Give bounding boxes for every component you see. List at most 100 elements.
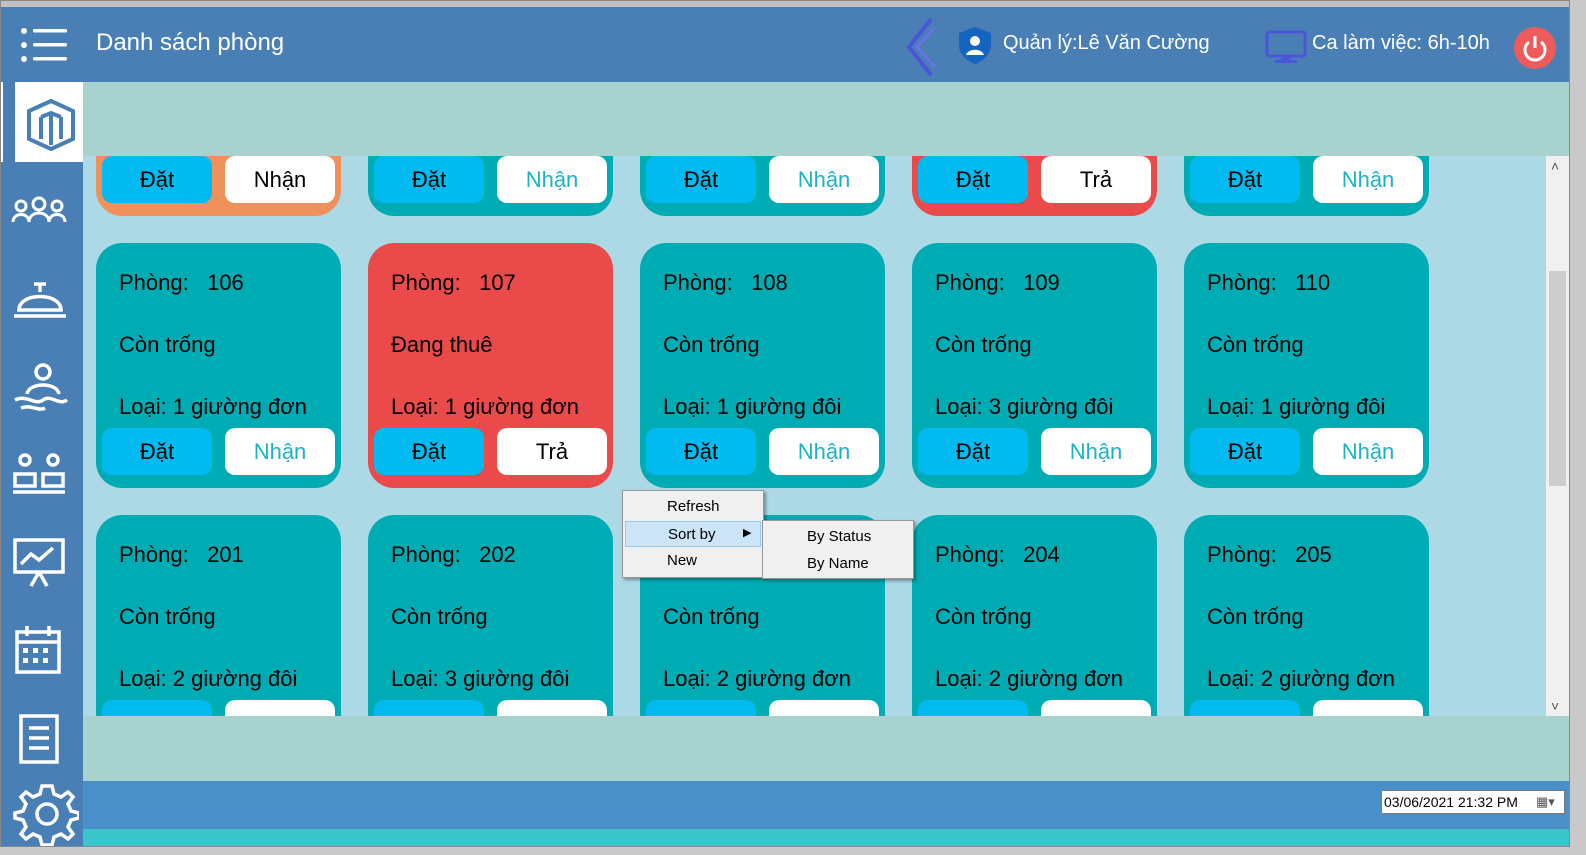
power-button[interactable]: [1514, 27, 1556, 69]
checkin-button[interactable]: Nhận: [1313, 156, 1423, 203]
checkin-button[interactable]: Nhận: [1313, 428, 1423, 475]
invoice-icon: [19, 714, 59, 764]
room-type: Loại: 2 giường đơn: [1207, 666, 1395, 691]
customers-icon: [11, 196, 67, 223]
power-icon: [1523, 36, 1547, 62]
checkin-button[interactable]: Nhận: [225, 156, 335, 203]
room-card[interactable]: Đặt Nhận: [96, 156, 341, 216]
checkin-button[interactable]: Nhận: [497, 156, 607, 203]
vertical-scrollbar[interactable]: ˄ ˅: [1546, 156, 1569, 716]
manager-name: Quản lý:Lê Văn Cường: [1003, 32, 1210, 54]
book-button[interactable]: [102, 700, 212, 716]
book-button[interactable]: Đặt: [1190, 156, 1300, 203]
book-button[interactable]: Đặt: [1190, 428, 1300, 475]
book-button[interactable]: Đặt: [102, 156, 212, 203]
scroll-up-arrow-icon[interactable]: ˄: [1551, 158, 1559, 174]
checkin-button[interactable]: [1313, 700, 1423, 716]
room-card[interactable]: Đặt Nhận: [640, 156, 885, 216]
menu-item-by-name[interactable]: By Name: [765, 551, 911, 575]
checkin-button[interactable]: Nhận: [769, 428, 879, 475]
menu-item-new[interactable]: New: [625, 548, 761, 572]
room-number: Phòng: 110: [1207, 270, 1330, 296]
room-status: Còn trống: [119, 332, 216, 357]
book-button[interactable]: [646, 700, 756, 716]
room-type: Loại: 3 giường đôi: [935, 394, 1114, 419]
checkin-button[interactable]: [225, 700, 335, 716]
menu-item-sort-by[interactable]: Sort by ▶: [625, 521, 761, 547]
datetime-picker[interactable]: 03/06/2021 21:32 PM ▦▾: [1381, 790, 1565, 814]
sort-submenu: By Status By Name: [762, 520, 914, 579]
collapse-chevron-icon[interactable]: [901, 15, 941, 79]
sidebar-item-staff[interactable]: [1, 434, 83, 514]
menu-item-refresh[interactable]: Refresh: [625, 494, 761, 518]
menu-item-label: Refresh: [667, 498, 720, 515]
settings-icon: [13, 784, 79, 846]
sidebar-item-services[interactable]: [1, 258, 83, 338]
room-number: Phòng: 204: [935, 542, 1060, 568]
room-number-value: 110: [1295, 270, 1331, 295]
toolbar-band: [83, 82, 1569, 156]
room-card[interactable]: Phòng: 106 Còn trống Loại: 1 giường đơn …: [96, 243, 341, 488]
book-button[interactable]: Đặt: [374, 428, 484, 475]
scrollbar-thumb[interactable]: [1549, 271, 1566, 486]
room-card[interactable]: Đặt Nhận: [368, 156, 613, 216]
sidebar-item-rooms[interactable]: [1, 82, 83, 170]
book-button[interactable]: [374, 700, 484, 716]
sidebar-item-settings[interactable]: [1, 776, 83, 846]
book-button[interactable]: Đặt: [646, 428, 756, 475]
book-button[interactable]: [1190, 700, 1300, 716]
room-number-value: 109: [1023, 270, 1060, 295]
room-number: Phòng: 202: [391, 542, 516, 568]
checkin-button[interactable]: Nhận: [769, 156, 879, 203]
sidebar-item-invoices[interactable]: [1, 698, 83, 778]
checkin-button[interactable]: [1041, 700, 1151, 716]
room-card[interactable]: Phòng: 201 Còn trống Loại: 2 giường đôi: [96, 515, 341, 716]
room-card[interactable]: Phòng: 204 Còn trống Loại: 2 giường đơn: [912, 515, 1157, 716]
room-card[interactable]: Phòng: 110 Còn trống Loại: 1 giường đôi …: [1184, 243, 1429, 488]
room-number: Phòng: 205: [1207, 542, 1332, 568]
calendar-dropdown-icon[interactable]: ▦▾: [1536, 794, 1555, 810]
room-label: Phòng:: [663, 270, 733, 295]
staff-icon: [13, 453, 65, 494]
room-label: Phòng:: [391, 542, 461, 567]
menu-item-by-status[interactable]: By Status: [765, 524, 911, 548]
room-number: Phòng: 109: [935, 270, 1060, 296]
room-status: Còn trống: [935, 332, 1032, 357]
sidebar-item-customers[interactable]: [1, 170, 83, 250]
book-button[interactable]: Đặt: [918, 428, 1028, 475]
sidebar-item-calendar[interactable]: [1, 610, 83, 690]
room-card[interactable]: Đặt Nhận: [1184, 156, 1429, 216]
menu-button[interactable]: [5, 7, 83, 82]
room-number: Phòng: 201: [119, 542, 244, 568]
room-type: Loại: 1 giường đơn: [119, 394, 307, 419]
menu-item-label: New: [667, 552, 698, 569]
room-card[interactable]: Phòng: 108 Còn trống Loại: 1 giường đôi …: [640, 243, 885, 488]
room-card[interactable]: Phòng: 202 Còn trống Loại: 3 giường đôi: [368, 515, 613, 716]
room-card[interactable]: Phòng: 205 Còn trống Loại: 2 giường đơn: [1184, 515, 1429, 716]
scroll-down-arrow-icon[interactable]: ˅: [1551, 698, 1559, 714]
header-bar: Danh sách phòng Quản lý:Lê Văn Cường Ca …: [1, 7, 1569, 82]
checkin-button[interactable]: Nhận: [225, 428, 335, 475]
book-button[interactable]: Đặt: [918, 156, 1028, 203]
room-number-value: 201: [207, 542, 244, 567]
room-grid[interactable]: Đặt Nhận Đặt Nhận Đặt Nhận Đặt Trả Đặt N…: [83, 156, 1546, 716]
sidebar-item-statistics[interactable]: [1, 522, 83, 602]
book-button[interactable]: Đặt: [646, 156, 756, 203]
room-label: Phòng:: [119, 542, 189, 567]
checkout-button[interactable]: Trả: [497, 428, 607, 475]
room-status: Đang thuê: [391, 332, 493, 357]
room-type: Loại: 2 giường đôi: [119, 666, 298, 691]
room-card[interactable]: Đặt Trả: [912, 156, 1157, 216]
room-label: Phòng:: [119, 270, 189, 295]
room-card[interactable]: Phòng: 107 Đang thuê Loại: 1 giường đơn …: [368, 243, 613, 488]
checkin-button[interactable]: [769, 700, 879, 716]
book-button[interactable]: [918, 700, 1028, 716]
book-button[interactable]: Đặt: [102, 428, 212, 475]
checkout-button[interactable]: Trả: [1041, 156, 1151, 203]
checkin-button[interactable]: Nhận: [1041, 428, 1151, 475]
checkin-button[interactable]: [497, 700, 607, 716]
room-card[interactable]: Phòng: 109 Còn trống Loại: 3 giường đôi …: [912, 243, 1157, 488]
book-button[interactable]: Đặt: [374, 156, 484, 203]
sidebar-item-guests[interactable]: [1, 346, 83, 426]
room-status: Còn trống: [119, 604, 216, 629]
